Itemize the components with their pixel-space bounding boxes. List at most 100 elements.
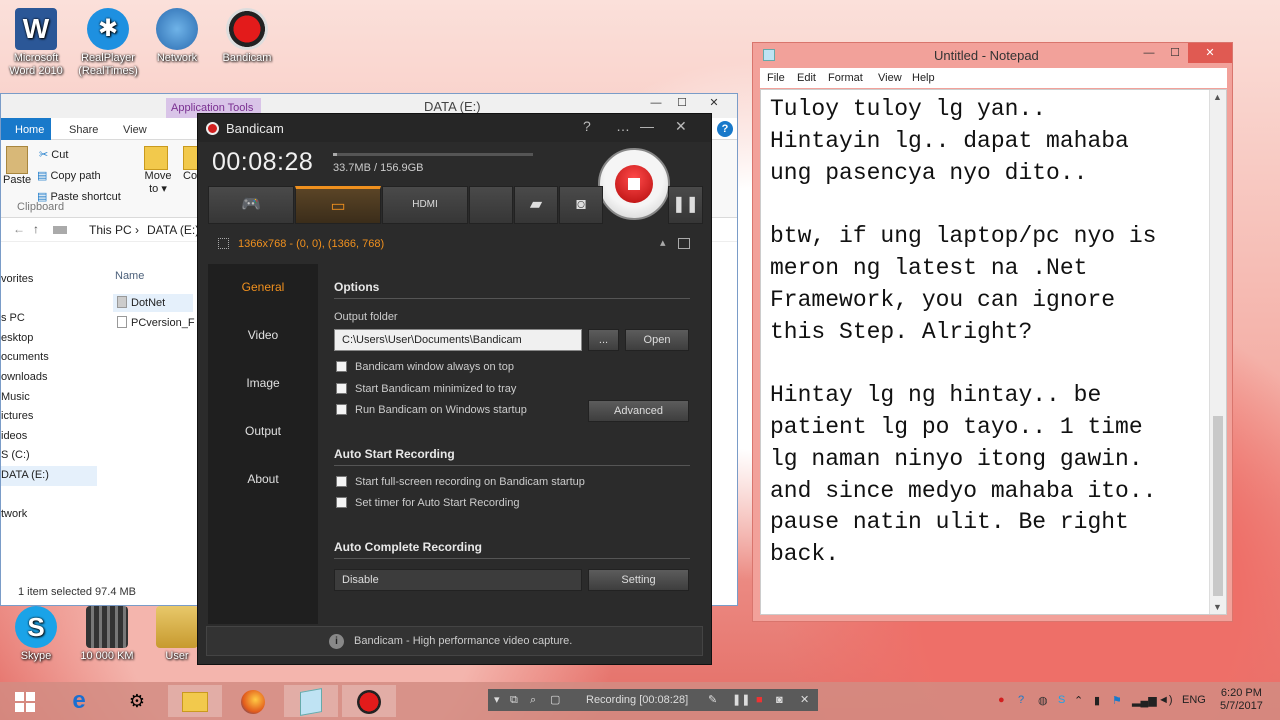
maximize-button[interactable]: ☐ (669, 94, 695, 112)
checkbox-box[interactable] (336, 497, 347, 508)
pause-icon[interactable]: ❚❚ (732, 689, 750, 711)
scroll-up-icon[interactable]: ▲ (1213, 92, 1222, 102)
checkbox-box[interactable] (336, 476, 347, 487)
nav-item[interactable]: vorites (1, 270, 97, 290)
minimize-button[interactable]: — (640, 118, 654, 134)
help-tray-icon[interactable]: ? (1018, 694, 1024, 706)
advanced-button[interactable]: Advanced (588, 400, 689, 422)
clock[interactable]: 6:20 PM 5/7/2017 (1220, 687, 1263, 713)
nav-item[interactable]: S (C:) (1, 446, 97, 466)
cut-button[interactable]: ✂ Cut (39, 148, 68, 161)
nav-item[interactable]: Music (1, 388, 97, 408)
fullscreen-start-checkbox[interactable]: Start full-screen recording on Bandicam … (334, 476, 585, 488)
file-explorer-taskbar-icon[interactable] (168, 685, 222, 717)
nav-item[interactable]: twork (1, 505, 97, 525)
collapse-arrow-icon[interactable]: ▴ (660, 236, 666, 249)
close-button[interactable]: ✕ (1188, 43, 1232, 63)
checkbox-box[interactable] (336, 404, 347, 415)
skype-tray-icon[interactable]: S (1058, 694, 1065, 706)
paste-button[interactable]: Paste (3, 146, 31, 186)
up-arrow-icon[interactable]: ↑ (33, 222, 39, 236)
auto-complete-field[interactable]: Disable (334, 569, 582, 591)
firefox-icon[interactable] (226, 685, 280, 717)
tab-home[interactable]: Home (15, 124, 44, 136)
open-folder-button[interactable]: ▰ (514, 186, 558, 224)
nav-item[interactable]: ocuments (1, 348, 97, 368)
close-button[interactable]: ✕ (675, 118, 687, 135)
list-item[interactable]: PCversion_F (113, 314, 203, 332)
checkbox-box[interactable] (336, 361, 347, 372)
scroll-down-icon[interactable]: ▼ (1213, 602, 1222, 612)
zoom-icon[interactable]: ⌕ (530, 689, 536, 711)
internet-explorer-icon[interactable]: e (52, 685, 106, 717)
pencil-icon[interactable]: ✎ (708, 689, 717, 711)
screen-mode-button[interactable]: ▭ (295, 186, 381, 224)
sidebar-item-image[interactable]: Image (208, 376, 318, 390)
menu-edit[interactable]: Edit (797, 72, 816, 84)
notepad-content[interactable]: Tuloy tuloy lg yan.. Hintayin lg.. dapat… (770, 94, 1210, 571)
mini-mode-button[interactable]: … (616, 118, 630, 134)
screenshot-button[interactable]: ◙ (559, 186, 603, 224)
bandicam-taskbar-icon[interactable] (342, 685, 396, 717)
always-on-top-checkbox[interactable]: Bandicam window always on top (334, 361, 514, 373)
sidebar-item-about[interactable]: About (208, 472, 318, 486)
battery-icon[interactable]: ▮ (1094, 694, 1100, 707)
game-mode-button[interactable]: 🎮 (208, 186, 294, 224)
skype-icon[interactable]: S Skype (4, 600, 68, 663)
help-icon[interactable]: ? (717, 121, 733, 137)
move-to-button[interactable]: Move to ▾ (141, 146, 171, 195)
dropdown-icon[interactable]: ▾ (494, 689, 500, 711)
menu-view[interactable]: View (878, 72, 902, 84)
minimize-button[interactable]: — (1136, 43, 1162, 63)
network-tray-icon[interactable]: ▂▄▆ (1132, 694, 1157, 707)
nav-item[interactable]: ideos (1, 427, 97, 447)
network-icon[interactable]: Network (145, 2, 209, 65)
film-icon[interactable]: 10 000 KM (75, 600, 139, 663)
chevron-up-icon[interactable]: ⌃ (1074, 694, 1083, 707)
fullscreen-icon[interactable]: ▢ (550, 689, 560, 711)
run-on-startup-checkbox[interactable]: Run Bandicam on Windows startup (334, 404, 527, 416)
nav-item[interactable]: esktop (1, 329, 97, 349)
timer-start-checkbox[interactable]: Set timer for Auto Start Recording (334, 497, 519, 509)
region-icon[interactable]: ⧉ (510, 689, 518, 711)
help-button[interactable]: ? (583, 118, 591, 134)
minimize-button[interactable]: — (643, 94, 669, 112)
pause-button[interactable]: ❚❚ (668, 186, 703, 224)
tab-share[interactable]: Share (69, 124, 98, 136)
notepad-text-area[interactable]: Tuloy tuloy lg yan.. Hintayin lg.. dapat… (760, 89, 1227, 615)
nav-item[interactable]: s PC (1, 309, 97, 329)
scrollbar-thumb[interactable] (1213, 416, 1223, 596)
device-mode-button[interactable]: HDMI (382, 186, 468, 224)
setting-button[interactable]: Setting (588, 569, 689, 591)
realplayer-icon[interactable]: ✱ RealPlayer (RealTimes) (76, 2, 140, 78)
tools-app-icon[interactable]: ⚙ (110, 685, 164, 717)
volume-icon[interactable]: ◄) (1158, 694, 1173, 706)
bandicam-tray-icon[interactable]: ● (998, 694, 1005, 706)
close-button[interactable]: ✕ (701, 94, 727, 112)
sidebar-item-general[interactable]: General (208, 280, 318, 294)
copy-to-button[interactable]: Co (183, 146, 197, 182)
tab-view[interactable]: View (123, 124, 147, 136)
stop-icon[interactable]: ■ (756, 689, 763, 711)
copy-path-button[interactable]: ▤ Copy path (37, 169, 101, 182)
close-icon[interactable]: ✕ (800, 689, 809, 711)
start-minimized-checkbox[interactable]: Start Bandicam minimized to tray (334, 383, 516, 395)
camera-icon[interactable]: ◙ (776, 689, 783, 711)
list-item[interactable]: DotNet (113, 294, 193, 312)
start-button[interactable] (0, 685, 50, 717)
checkbox-box[interactable] (336, 383, 347, 394)
vertical-scrollbar[interactable]: ▲ ▼ (1209, 90, 1226, 614)
flag-icon[interactable]: ⚑ (1112, 694, 1122, 707)
nav-item[interactable]: ictures (1, 407, 97, 427)
nav-item[interactable]: ownloads (1, 368, 97, 388)
window-icon[interactable] (678, 238, 690, 249)
open-button[interactable]: Open (625, 329, 689, 351)
notepad-taskbar-icon[interactable] (284, 685, 338, 717)
menu-file[interactable]: File (767, 72, 785, 84)
language-indicator[interactable]: ENG (1182, 694, 1206, 706)
globe-tray-icon[interactable]: ◍ (1038, 694, 1048, 707)
region-select-icon[interactable] (218, 238, 229, 249)
breadcrumb-drive[interactable]: DATA (E:) (147, 223, 199, 237)
browse-button[interactable]: ... (588, 329, 619, 351)
breadcrumb-this-pc[interactable]: This PC (89, 223, 132, 237)
